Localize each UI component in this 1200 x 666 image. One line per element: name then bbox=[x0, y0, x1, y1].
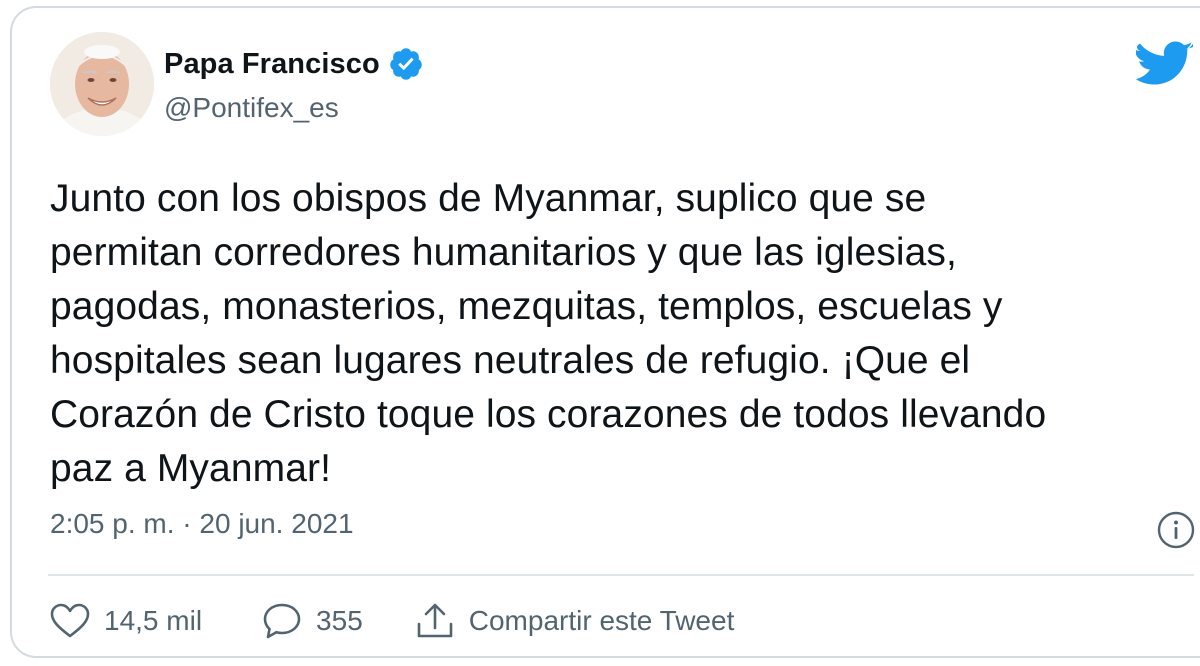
like-count: 14,5 mil bbox=[104, 605, 203, 636]
share-button[interactable]: Compartir este Tweet bbox=[415, 602, 735, 640]
tweet-actions-bar: 14,5 mil 355 Compartir este Tweet bbox=[50, 596, 734, 646]
author-handle[interactable]: @Pontifex_es bbox=[164, 92, 339, 124]
tweet-text-line: Corazón de Cristo toque los corazones de… bbox=[50, 393, 1047, 436]
share-upload-icon bbox=[415, 602, 455, 640]
divider bbox=[48, 574, 1194, 576]
heart-icon bbox=[50, 603, 90, 639]
avatar-portrait-image bbox=[50, 32, 154, 136]
info-icon[interactable] bbox=[1156, 510, 1196, 550]
avatar[interactable] bbox=[50, 32, 154, 136]
tweet-text-line: Junto con los obispos de Myanmar, suplic… bbox=[50, 177, 927, 220]
tweet-text-line: hospitales sean lugares neutrales de ref… bbox=[50, 339, 971, 382]
reply-count: 355 bbox=[316, 605, 363, 636]
share-label: Compartir este Tweet bbox=[468, 605, 735, 636]
like-button[interactable]: 14,5 mil bbox=[50, 603, 202, 639]
tweet-timestamp[interactable]: 2:05 p. m. · 20 jun. 2021 bbox=[50, 508, 354, 540]
speech-bubble-icon bbox=[262, 602, 302, 640]
tweet-text-line: pagodas, monasterios, mezquitas, templos… bbox=[50, 285, 1003, 328]
author-name-row[interactable]: Papa Francisco bbox=[164, 46, 424, 82]
tweet-card: Papa Francisco @Pontifex_es Junto con lo… bbox=[10, 6, 1200, 658]
twitter-bird-icon[interactable] bbox=[1134, 38, 1194, 88]
reply-button[interactable]: 355 bbox=[262, 602, 363, 640]
tweet-text-line: permitan corredores humanitarios y que l… bbox=[50, 231, 957, 274]
tweet-text-line: paz a Myanmar! bbox=[50, 447, 332, 490]
verified-badge-icon bbox=[388, 46, 424, 82]
author-display-name[interactable]: Papa Francisco bbox=[164, 48, 380, 81]
tweet-text: Junto con los obispos de Myanmar, suplic… bbox=[50, 172, 1180, 496]
